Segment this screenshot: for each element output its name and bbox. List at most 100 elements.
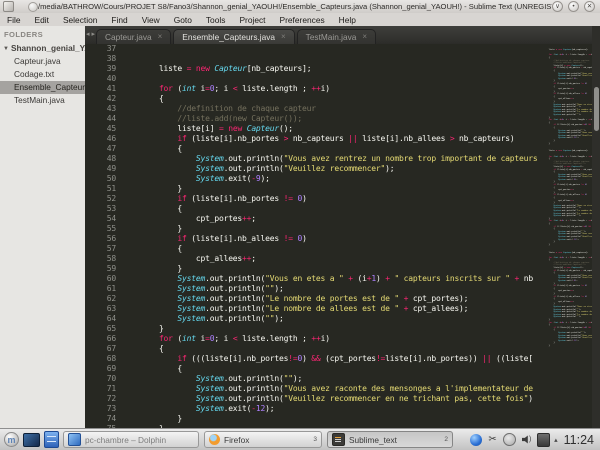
menu-goto[interactable]: Goto [167, 15, 199, 25]
task-button-sublime[interactable]: Sublime_text2 [327, 431, 453, 448]
menu-help[interactable]: Help [332, 15, 363, 25]
code-line-51[interactable]: } [122, 184, 537, 194]
tab-testmain-java[interactable]: TestMain.java × [297, 29, 376, 44]
code-line-74[interactable]: } [122, 414, 537, 424]
code-line-71[interactable]: System.out.println("Vous avez raconte de… [122, 384, 537, 394]
code-line-57[interactable]: { [122, 244, 537, 254]
task-button-firefox[interactable]: Firefox3 [204, 431, 322, 448]
menu-selection[interactable]: Selection [56, 15, 104, 25]
code-line-41[interactable]: for (int i=0; i < liste.length ; ++i) [122, 84, 537, 94]
tab-label: TestMain.java [306, 30, 357, 45]
code-line-45[interactable]: liste[i] = new Capteur(); [122, 124, 537, 134]
sidebar: FOLDERS ▼Shannon_genial_YAOUH! Capteur.j… [0, 26, 85, 428]
code-line-38[interactable] [122, 54, 537, 64]
line-number: 38 [85, 54, 116, 64]
clock[interactable]: 11:24 [564, 433, 594, 447]
tab-label: Ensemble_Capteurs.java [182, 30, 275, 45]
code-line-66[interactable]: for (int i=0; i < liste.length ; ++i) [122, 334, 537, 344]
code-line-65[interactable]: } [122, 324, 537, 334]
code-line-73[interactable]: System.exit(-12); [122, 404, 537, 414]
code-line-53[interactable]: { [122, 204, 537, 214]
code-line-39[interactable]: liste = new Capteur[nb_capteurs]; [539, 150, 592, 153]
code-line-40[interactable] [122, 74, 537, 84]
network-icon[interactable] [503, 433, 516, 446]
tab-close-icon[interactable]: × [281, 33, 286, 41]
sticky-window-button[interactable] [28, 2, 38, 12]
file-manager-launcher[interactable] [43, 431, 60, 448]
minimap[interactable]: liste = new Capteur[nb_capteurs]; for (i… [537, 44, 592, 428]
code-line-42[interactable]: { [122, 94, 537, 104]
code-line-58[interactable]: cpt_allees++; [122, 254, 537, 264]
code-line-49[interactable]: System.out.println("Veuillez recommencer… [122, 164, 537, 174]
line-number: 55 [85, 224, 116, 234]
code-line-70[interactable]: System.out.println(""); [122, 374, 537, 384]
scrollbar-thumb[interactable] [594, 87, 599, 131]
tab-label: Capteur.java [105, 30, 152, 45]
show-desktop-button[interactable] [23, 431, 40, 448]
line-number: 53 [85, 204, 116, 214]
code-editor[interactable]: 3738394041424344454647484950515253545556… [85, 44, 537, 428]
tab-ensemble-capteurs-java[interactable]: Ensemble_Capteurs.java × [173, 29, 294, 44]
task-button-dolphin[interactable]: pc-chambre – Dolphin [63, 431, 199, 448]
code-line-62[interactable]: System.out.println("Le nombre de portes … [122, 294, 537, 304]
code-line-39[interactable]: liste = new Capteur[nb_capteurs]; [539, 49, 592, 52]
code-line-68[interactable]: if (((liste[i].nb_portes!=0) && (cpt_por… [122, 354, 537, 364]
code-line-60[interactable]: System.out.println("Vous en etes a " + (… [122, 274, 537, 284]
tab-close-icon[interactable]: × [362, 33, 367, 41]
menu-bar: FileEditSelectionFindViewGotoToolsProjec… [0, 13, 600, 26]
menu-tools[interactable]: Tools [199, 15, 233, 25]
volume-icon[interactable]: ) [520, 433, 533, 446]
code-line-63[interactable]: System.out.println("Le nombre de allees … [122, 304, 537, 314]
sidebar-file-capteur-java[interactable]: Capteur.java [0, 55, 85, 68]
code-pane[interactable]: liste = new Capteur[nb_capteurs]; for (i… [122, 44, 537, 428]
code-line-43[interactable]: //definition de chaque capteur [122, 104, 537, 114]
device-notifier-icon[interactable] [537, 433, 550, 446]
minimize-button[interactable]: ∨ [552, 1, 563, 12]
window-titlebar[interactable]: /media/BATHROW/Cours/PROJET S8/Fano3/Sha… [0, 0, 600, 13]
code-line-50[interactable]: System.exit(-9); [122, 174, 537, 184]
desktop-icon [23, 433, 40, 447]
code-line-75[interactable]: } [539, 345, 592, 348]
code-line-69[interactable]: { [122, 364, 537, 374]
close-button[interactable]: ✕ [584, 1, 595, 12]
menu-preferences[interactable]: Preferences [273, 15, 332, 25]
code-line-44[interactable]: //liste.add(new Capteur()); [122, 114, 537, 124]
code-line-37[interactable] [122, 44, 537, 54]
klipper-scissors-icon[interactable]: ✂ [486, 433, 499, 446]
code-line-67[interactable]: { [122, 344, 537, 354]
menu-edit[interactable]: Edit [28, 15, 56, 25]
kde-notifier-icon[interactable] [469, 433, 482, 446]
code-line-47[interactable]: { [122, 144, 537, 154]
menu-file[interactable]: File [4, 15, 28, 25]
maximize-button[interactable]: • [568, 1, 579, 12]
line-number: 52 [85, 194, 116, 204]
line-number: 69 [85, 364, 116, 374]
file-cabinet-icon [44, 431, 59, 448]
code-line-39[interactable]: liste = new Capteur[nb_capteurs]; [122, 64, 537, 74]
sidebar-file-codage-txt[interactable]: Codage.txt [0, 68, 85, 81]
code-line-48[interactable]: System.out.println("Vous avez rentrez un… [122, 154, 537, 164]
code-line-72[interactable]: System.out.println("Veuillez recommencer… [122, 394, 537, 404]
sidebar-file-testmain-java[interactable]: TestMain.java [0, 94, 85, 107]
code-line-39[interactable]: liste = new Capteur[nb_capteurs]; [539, 252, 592, 255]
menu-view[interactable]: View [135, 15, 167, 25]
code-line-56[interactable]: if (liste[i].nb_allees != 0) [122, 234, 537, 244]
code-line-46[interactable]: if (liste[i].nb_portes > nb_capteurs || … [122, 134, 537, 144]
sidebar-root-folder[interactable]: ▼Shannon_genial_YAOUH! [0, 42, 85, 55]
code-line-52[interactable]: if (liste[i].nb_portes != 0) [122, 194, 537, 204]
tab-capteur-java[interactable]: Capteur.java × [96, 29, 171, 44]
code-line-59[interactable]: } [122, 264, 537, 274]
line-number: 67 [85, 344, 116, 354]
menu-project[interactable]: Project [232, 15, 272, 25]
vertical-scrollbar[interactable] [592, 26, 600, 428]
code-line-61[interactable]: System.out.println(""); [122, 284, 537, 294]
sidebar-file-ensemble-capteurs-java[interactable]: Ensemble_Capteurs.java [0, 81, 85, 94]
line-number: 45 [85, 124, 116, 134]
menu-find[interactable]: Find [104, 15, 134, 25]
code-line-55[interactable]: } [122, 224, 537, 234]
tab-close-icon[interactable]: × [158, 33, 163, 41]
tray-expand-icon[interactable]: ▴ [554, 436, 558, 444]
mint-menu-button[interactable]: m [3, 431, 20, 448]
code-line-54[interactable]: cpt_portes++; [122, 214, 537, 224]
code-line-64[interactable]: System.out.println(""); [122, 314, 537, 324]
